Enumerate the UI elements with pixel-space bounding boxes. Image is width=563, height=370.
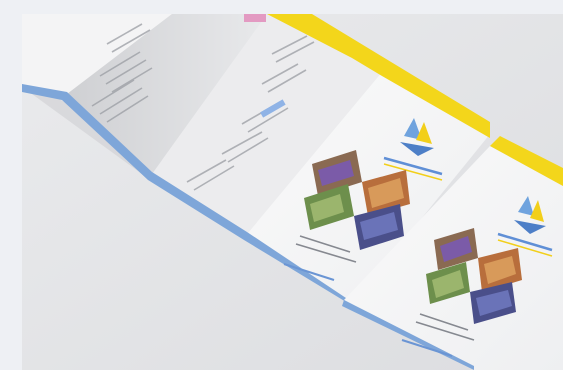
brochure-mockup-photo: [22, 14, 563, 370]
photo-frame: [22, 14, 563, 370]
panel-3-accent-pink: [244, 14, 266, 22]
